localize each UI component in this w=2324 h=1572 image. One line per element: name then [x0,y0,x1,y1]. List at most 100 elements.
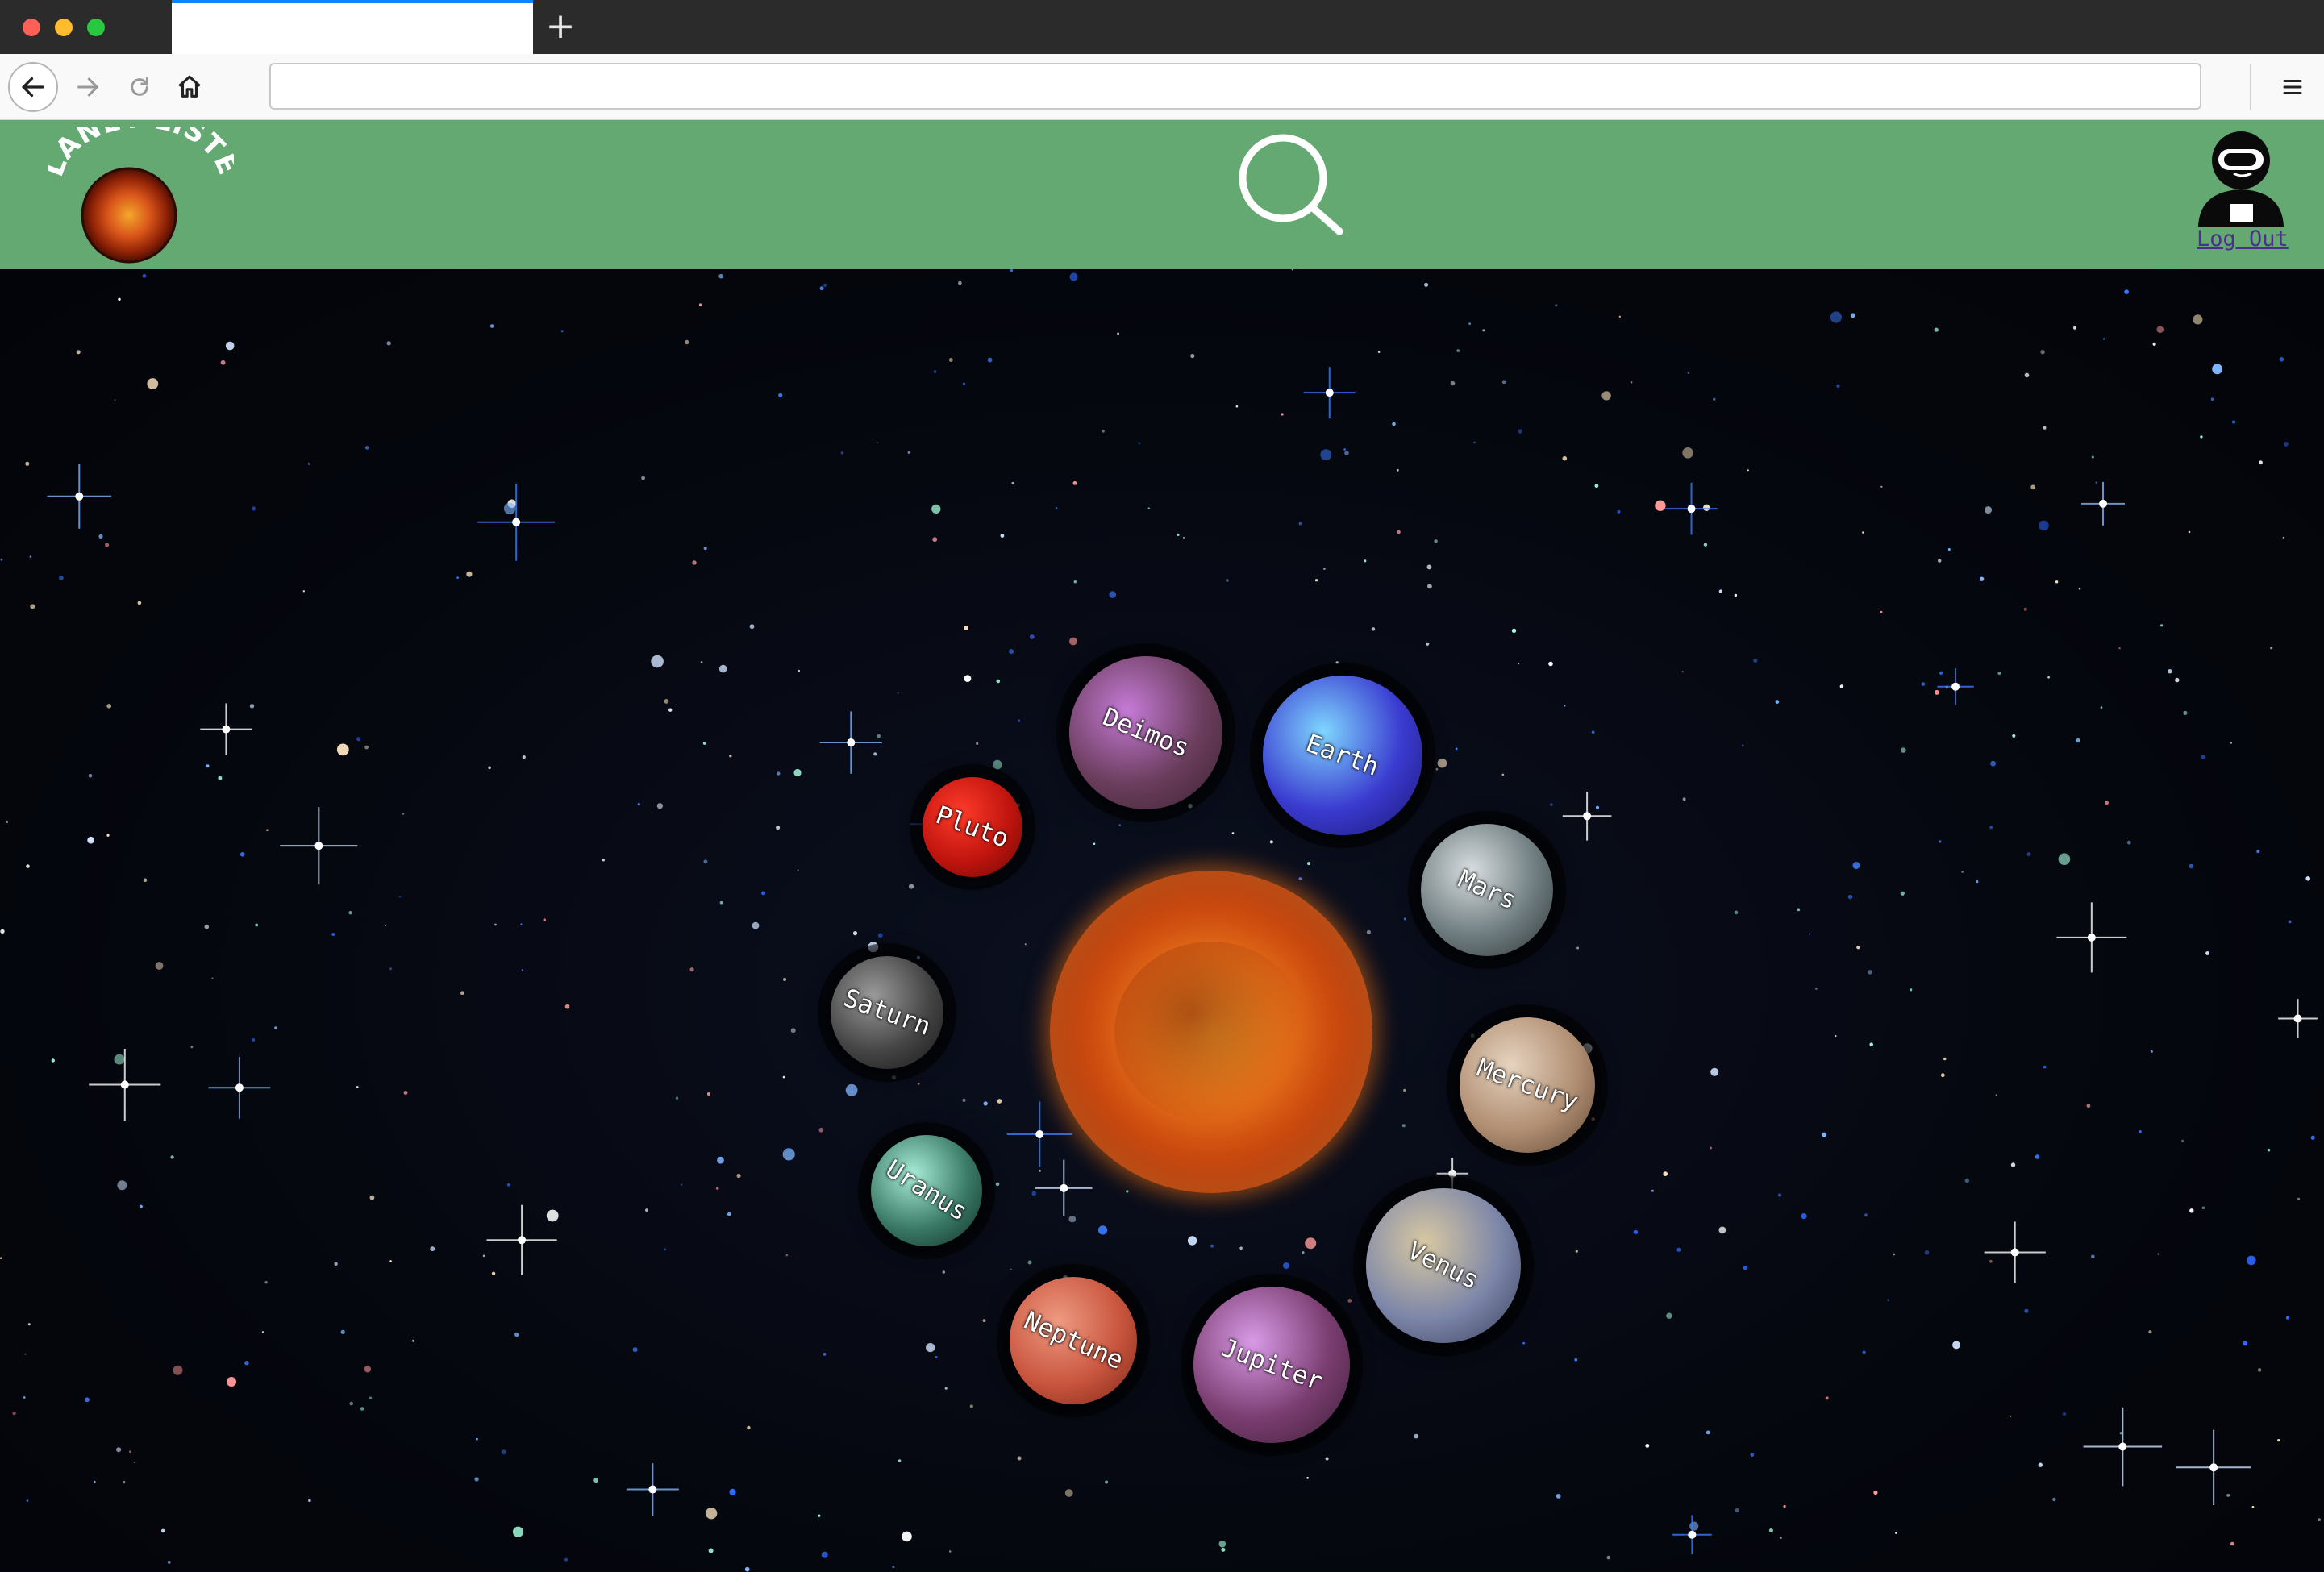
star [356,1086,359,1088]
star [2267,1148,2271,1152]
star [1682,797,1686,801]
star [514,1332,519,1337]
star [76,350,81,355]
star [160,1528,165,1533]
new-tab-button[interactable]: + [540,6,581,47]
star [1456,349,1460,352]
star [1663,1171,1668,1176]
star [1989,826,1993,830]
star [749,624,755,630]
star [645,1208,648,1212]
star [307,463,310,465]
minimize-window-button[interactable] [55,19,73,36]
planet-uranus[interactable]: Uranus [871,1135,982,1246]
star [211,977,214,979]
star [907,451,910,454]
star [1630,381,1633,384]
back-button[interactable] [8,62,58,112]
star [1710,1067,1719,1076]
search-button[interactable] [1238,133,1343,238]
star [2183,710,2188,716]
star [261,1331,264,1333]
sun[interactable] [1050,871,1372,1193]
star [782,1075,785,1079]
planet-lister-logo[interactable]: PLANET LISTER [37,102,244,265]
user-avatar[interactable] [2192,127,2293,228]
star [430,1246,435,1252]
star [25,461,30,466]
star [1750,1453,1755,1457]
browser-menu-button[interactable] [2272,67,2313,107]
star [147,378,159,389]
star [1064,1489,1073,1497]
star [2043,1065,2047,1069]
star [1934,327,1939,332]
star [2150,1050,2153,1053]
planet-mercury[interactable]: Mercury [1460,1017,1595,1153]
planet-neptune[interactable]: Neptune [1010,1277,1137,1404]
star [1562,455,1568,461]
star [2100,706,2103,709]
star [2305,876,2310,881]
star [932,537,938,543]
star [782,1148,795,1161]
planet-venus[interactable]: Venus [1366,1188,1521,1343]
planet-jupiter[interactable]: Jupiter [1193,1287,1350,1443]
star [2023,607,2027,611]
star [1689,1521,1699,1531]
star [1938,559,1942,563]
star [1298,522,1302,526]
star [703,859,708,864]
star [1269,840,1273,844]
flare-star [819,711,882,774]
url-bar[interactable] [269,63,2201,110]
browser-tab-active[interactable] [172,0,533,54]
star [2212,364,2223,375]
star [1687,372,1689,374]
star [23,1396,26,1399]
reload-button[interactable] [115,62,165,112]
star [2030,484,2036,490]
planet-saturn[interactable]: Saturn [831,956,943,1069]
star [1371,627,1376,631]
star [2226,1494,2230,1497]
star [331,933,335,936]
zoom-window-button[interactable] [87,19,105,36]
arrow-right-icon [77,77,98,97]
forward-button[interactable] [63,62,113,112]
star [239,852,245,857]
star [1029,634,1035,639]
star [1900,891,1905,896]
star [993,759,1002,770]
star [1574,1358,1578,1362]
star [1869,1042,1873,1046]
star [369,1195,375,1200]
star [1682,447,1693,459]
space-background: Deimos Earth Pluto Mars Saturn Mercury U… [0,269,2324,1572]
star [819,286,824,291]
star [602,859,606,862]
planet-deimos[interactable]: Deimos [1069,656,1222,809]
star [2038,1462,2043,1467]
planet-earth[interactable]: Earth [1263,676,1422,835]
star [964,675,972,682]
star [227,1377,236,1387]
star [891,1075,897,1080]
star [546,1209,559,1222]
star [456,576,459,579]
star [798,669,801,672]
flare-star [47,464,112,529]
planet-pluto[interactable]: Pluto [923,777,1022,877]
astronaut-icon [2198,131,2284,227]
logout-link[interactable]: Log Out [2197,227,2289,252]
star [1434,539,1438,543]
planet-mars[interactable]: Mars [1421,824,1553,956]
star [1934,689,1939,695]
close-window-button[interactable] [23,19,40,36]
star [736,1173,741,1179]
home-button[interactable] [165,62,214,112]
star [1017,1456,1022,1461]
star [1435,767,1439,771]
star [0,1257,2,1259]
star [1147,507,1150,509]
